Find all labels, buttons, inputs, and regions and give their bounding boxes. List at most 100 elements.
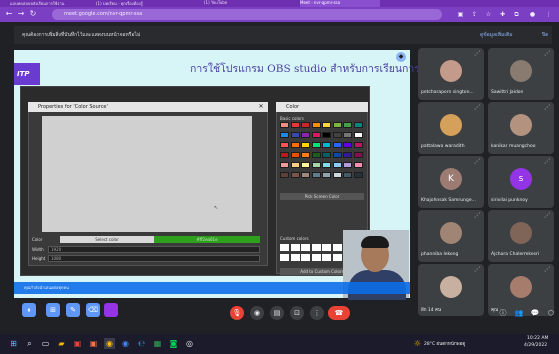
basic-color-swatch[interactable] (280, 152, 289, 158)
present-icon[interactable]: ⊡ (290, 306, 304, 320)
info-icon[interactable]: ⓘ (496, 306, 510, 320)
task-view-icon[interactable]: ▭ (40, 338, 51, 349)
basic-color-swatch[interactable] (343, 142, 352, 148)
chrome-icon[interactable]: ◉ (104, 338, 115, 349)
search-icon[interactable]: ⌕ (24, 338, 35, 349)
forward-icon[interactable]: → (16, 9, 26, 19)
menu-icon[interactable]: ⋮ (544, 10, 553, 19)
basic-color-swatch[interactable] (290, 122, 300, 128)
clock-date[interactable]: 4/29/2022 (524, 343, 547, 348)
custom-color-swatch[interactable] (301, 254, 310, 261)
extension-icon[interactable]: ✚ (498, 10, 507, 19)
grid-icon[interactable]: ⊞ (46, 303, 60, 317)
select-color-button[interactable]: Select color (60, 236, 154, 243)
share-icon[interactable]: ⇪ (470, 10, 479, 19)
basic-color-swatch[interactable] (311, 132, 321, 138)
custom-color-swatch[interactable] (280, 254, 289, 261)
basic-color-swatch[interactable] (322, 152, 331, 158)
powerpoint-icon[interactable]: ▣ (72, 338, 83, 349)
basic-color-swatch[interactable] (343, 152, 352, 158)
reload-icon[interactable]: ↻ (28, 9, 38, 19)
custom-color-swatch[interactable] (290, 254, 300, 261)
basic-color-swatch[interactable] (301, 142, 310, 148)
tab-youtube[interactable]: (1) YouTube (204, 0, 256, 7)
basic-color-swatch[interactable] (311, 162, 321, 168)
basic-color-swatch[interactable] (343, 162, 352, 168)
basic-color-swatch[interactable] (301, 132, 310, 138)
basic-color-swatch[interactable] (301, 152, 310, 158)
basic-color-swatch[interactable] (343, 122, 352, 128)
camera-icon[interactable]: ◉ (250, 306, 264, 320)
basic-color-swatch[interactable] (322, 142, 331, 148)
chat-icon[interactable]: 💬 (528, 306, 542, 320)
profile-icon[interactable]: ● (528, 10, 537, 19)
basic-color-swatch[interactable] (280, 132, 289, 138)
custom-color-swatch[interactable] (311, 254, 321, 261)
basic-color-swatch[interactable] (322, 162, 331, 168)
custom-color-swatch[interactable] (280, 244, 289, 251)
basic-color-swatch[interactable] (332, 122, 342, 128)
tab-lesson[interactable]: (1) บทเรียน - ทุกเรื่องต้องรู้ (96, 0, 158, 7)
basic-color-swatch[interactable] (311, 122, 321, 128)
back-icon[interactable]: ← (4, 9, 14, 19)
basic-color-swatch[interactable] (343, 172, 352, 178)
excel-icon[interactable]: ▦ (152, 338, 163, 349)
clock-time[interactable]: 10:22 AM (527, 336, 548, 341)
url-text[interactable]: meet.google.com/nvr-qpmr-ssa (64, 9, 142, 20)
basic-color-swatch[interactable] (290, 152, 300, 158)
file-explorer-icon[interactable]: ▰ (56, 338, 67, 349)
basic-color-swatch[interactable] (322, 172, 331, 178)
pause-icon[interactable]: ⏸ (22, 303, 36, 317)
banner-close-button[interactable]: ปิด (542, 28, 548, 42)
basic-color-swatch[interactable] (353, 132, 363, 138)
custom-color-swatch[interactable] (322, 254, 331, 261)
basic-color-swatch[interactable] (280, 142, 289, 148)
basic-color-swatch[interactable] (353, 142, 363, 148)
basic-color-swatch[interactable] (311, 142, 321, 148)
basic-color-swatch[interactable] (343, 132, 352, 138)
basic-color-swatch[interactable] (280, 172, 289, 178)
captions-icon[interactable]: ▤ (270, 306, 284, 320)
eraser-icon[interactable]: ⌫ (86, 303, 100, 317)
tab-meet[interactable]: Meet - nvr-qpmr-ssa (300, 0, 380, 7)
app-icon[interactable]: ▣ (88, 338, 99, 349)
basic-color-swatch[interactable] (332, 152, 342, 158)
basic-color-swatch[interactable] (301, 122, 310, 128)
width-field[interactable]: 1920 (48, 246, 260, 253)
basic-color-swatch[interactable] (290, 162, 300, 168)
basic-color-swatch[interactable] (353, 172, 363, 178)
basic-color-swatch[interactable] (280, 162, 289, 168)
basic-color-swatch[interactable] (311, 152, 321, 158)
basic-color-swatch[interactable] (290, 172, 300, 178)
activities-icon[interactable]: ⬡ (544, 306, 558, 320)
more-icon[interactable]: ⋮ (310, 306, 324, 320)
basic-color-swatch[interactable] (332, 172, 342, 178)
basic-color-swatch[interactable] (353, 152, 363, 158)
custom-color-swatch[interactable] (322, 244, 331, 251)
basic-color-swatch[interactable] (311, 172, 321, 178)
custom-color-swatch[interactable] (332, 254, 342, 261)
tab-quiz[interactable]: แบบทดสอบหลังเรียนการใช้งาน (10, 0, 72, 7)
close-icon[interactable]: ✕ (256, 102, 266, 112)
basic-color-swatch[interactable] (301, 162, 310, 168)
end-call-button[interactable]: ☎ (328, 306, 350, 320)
basic-color-swatch[interactable] (332, 142, 342, 148)
custom-color-swatch[interactable] (332, 244, 342, 251)
puzzle-icon[interactable]: ⧉ (512, 10, 521, 19)
basic-color-swatch[interactable] (353, 162, 363, 168)
basic-color-swatch[interactable] (322, 122, 331, 128)
camera-status-icon[interactable]: ▣ (456, 10, 465, 19)
chrome-alt-icon[interactable]: ◉ (120, 338, 131, 349)
basic-color-swatch[interactable] (332, 162, 342, 168)
star-icon[interactable]: ☆ (484, 10, 493, 19)
basic-color-swatch[interactable] (290, 142, 300, 148)
basic-color-swatch[interactable] (322, 132, 331, 138)
custom-color-swatch[interactable] (301, 244, 310, 251)
basic-color-swatch[interactable] (301, 172, 310, 178)
custom-color-swatch[interactable] (311, 244, 321, 251)
obs-icon[interactable]: ◎ (184, 338, 195, 349)
start-icon[interactable]: ⊞ (8, 338, 19, 349)
people-icon[interactable]: 👥 (512, 306, 526, 320)
pick-screen-color-button[interactable]: Pick Screen Color (280, 193, 364, 200)
basic-color-swatch[interactable] (290, 132, 300, 138)
